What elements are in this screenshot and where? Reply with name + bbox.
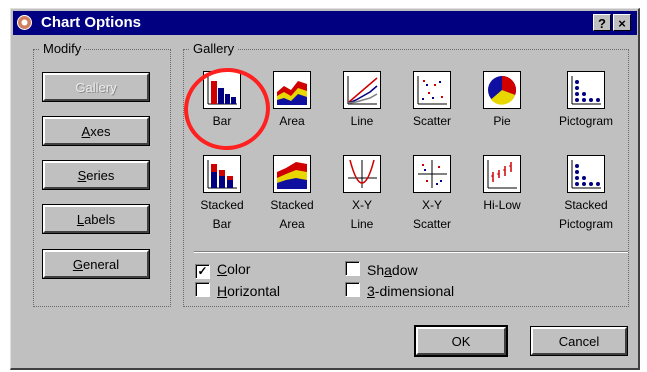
gallery-item-label: X-Y: [421, 198, 442, 212]
three-dimensional-mnemonic: 3: [367, 283, 375, 299]
gallery-item-label: Line: [350, 114, 374, 128]
gallery-item-label: Pie: [493, 114, 511, 128]
scatter-chart-icon: [413, 71, 451, 109]
horizontal-checkbox[interactable]: Horizontal: [195, 282, 280, 299]
labels-button-mnemonic: L: [76, 212, 85, 227]
labels-button-label: abels: [84, 212, 116, 227]
shadow-checkbox[interactable]: Shadow: [345, 261, 418, 278]
general-button-label: eneral: [82, 257, 120, 272]
checkbox-checked-icon: ✓: [195, 264, 210, 279]
pictogram-chart-icon: [567, 71, 605, 109]
modify-legend: Modify: [40, 41, 85, 56]
gallery-item-scatter[interactable]: Scatter: [397, 71, 467, 131]
gallery-item-label: Scatter: [412, 217, 451, 231]
horizontal-mnemonic: H: [217, 283, 228, 299]
gallery-button-label: Gallery: [75, 80, 117, 95]
stacked-pictogram-chart-icon: [567, 155, 605, 193]
gallery-item-xy-scatter[interactable]: X-Y Scatter: [397, 155, 467, 234]
three-dimensional-label: -dimensional: [374, 283, 455, 299]
series-button-label: eries: [86, 168, 115, 183]
color-mnemonic: C: [217, 261, 228, 277]
chart-options-dialog: Chart Options ? × Modify Gallery Axes Se…: [10, 8, 640, 370]
gallery-item-stacked-pictogram[interactable]: Stacked Pictogram: [551, 155, 621, 234]
close-button[interactable]: ×: [613, 14, 631, 31]
checkbox-unchecked-icon: [345, 282, 360, 297]
help-button[interactable]: ?: [593, 14, 611, 31]
series-button[interactable]: Series: [42, 160, 150, 190]
gallery-item-xy-line[interactable]: X-Y Line: [327, 155, 397, 234]
area-chart-icon: [273, 71, 311, 109]
stacked-bar-chart-icon: [203, 155, 241, 193]
color-checkbox[interactable]: ✓ Color: [195, 261, 250, 279]
gallery-item-label: X-Y: [351, 198, 372, 212]
gallery-item-label: Hi-Low: [483, 198, 521, 212]
gallery-item-hi-low[interactable]: Hi-Low: [467, 155, 537, 215]
gallery-item-label: Stacked: [200, 198, 244, 212]
gallery-item-label: Line: [350, 217, 374, 231]
horizontal-label: orizontal: [227, 283, 281, 299]
xy-line-chart-icon: [343, 155, 381, 193]
pie-chart-icon: [483, 71, 521, 109]
hi-low-chart-icon: [483, 155, 521, 193]
title-bar[interactable]: Chart Options ? ×: [13, 11, 637, 35]
color-label: olor: [227, 261, 251, 277]
gallery-legend: Gallery: [190, 41, 238, 56]
series-button-mnemonic: S: [77, 168, 87, 183]
stacked-area-chart-icon: [273, 155, 311, 193]
gallery-item-label: Bar: [212, 217, 232, 231]
axes-button-label: xes: [90, 124, 111, 139]
gallery-button: Gallery: [42, 72, 150, 102]
window-title: Chart Options: [41, 14, 141, 31]
line-chart-icon: [343, 71, 381, 109]
gallery-item-pictogram[interactable]: Pictogram: [551, 71, 621, 131]
gallery-item-label: Area: [279, 217, 305, 231]
gallery-separator: [194, 251, 628, 253]
xy-scatter-chart-icon: [413, 155, 451, 193]
checkbox-unchecked-icon: [195, 282, 210, 297]
axes-button[interactable]: Axes: [42, 116, 150, 146]
shadow-label: dow: [391, 262, 418, 278]
gallery-item-stacked-area[interactable]: Stacked Area: [257, 155, 327, 234]
general-button-mnemonic: G: [72, 257, 83, 272]
gallery-item-stacked-bar[interactable]: Stacked Bar: [187, 155, 257, 234]
three-dimensional-checkbox[interactable]: 3-dimensional: [345, 282, 454, 299]
app-icon: [17, 15, 32, 30]
labels-button[interactable]: Labels: [42, 204, 150, 234]
gallery-item-label: Pictogram: [558, 217, 614, 231]
shadow-mnemonic: a: [384, 262, 392, 278]
checkbox-unchecked-icon: [345, 261, 360, 276]
gallery-item-label: Stacked: [270, 198, 314, 212]
axes-button-mnemonic: A: [81, 124, 91, 139]
ok-button[interactable]: OK: [414, 325, 508, 357]
gallery-item-line[interactable]: Line: [327, 71, 397, 131]
gallery-item-label: Pictogram: [558, 114, 614, 128]
general-button[interactable]: General: [42, 249, 150, 279]
gallery-item-pie[interactable]: Pie: [467, 71, 537, 131]
cancel-button[interactable]: Cancel: [530, 326, 628, 356]
gallery-item-label: Scatter: [412, 114, 451, 128]
shadow-label-pre: Sh: [367, 262, 385, 278]
gallery-item-label: Stacked: [564, 198, 608, 212]
